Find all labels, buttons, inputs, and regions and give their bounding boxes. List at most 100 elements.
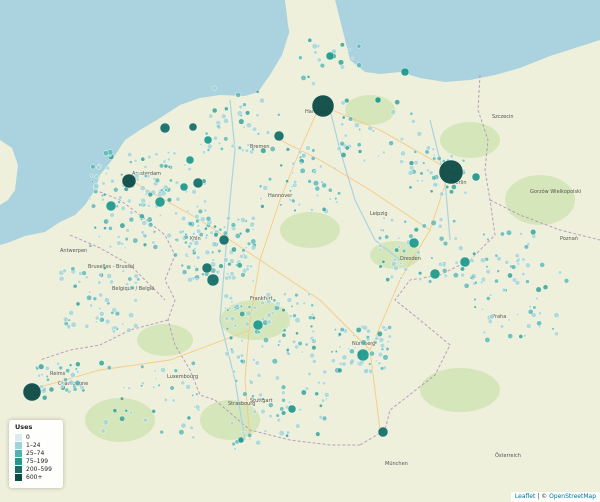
usage-marker[interactable]: [103, 150, 109, 156]
usage-marker[interactable]: [120, 173, 124, 177]
usage-marker[interactable]: [381, 259, 386, 264]
usage-marker[interactable]: [166, 150, 171, 155]
usage-marker[interactable]: [485, 269, 491, 275]
usage-marker[interactable]: [217, 248, 222, 253]
usage-marker[interactable]: [241, 248, 246, 253]
usage-marker[interactable]: [366, 328, 372, 334]
usage-marker[interactable]: [251, 227, 255, 231]
usage-marker[interactable]: [263, 337, 269, 343]
usage-marker[interactable]: [437, 223, 443, 229]
usage-marker[interactable]: [299, 167, 306, 174]
usage-marker[interactable]: [554, 331, 559, 337]
osm-link[interactable]: OpenStreetMap: [549, 493, 596, 500]
usage-marker[interactable]: [169, 385, 175, 391]
usage-marker[interactable]: [358, 128, 362, 131]
usage-marker[interactable]: [240, 217, 246, 223]
usage-marker[interactable]: [381, 150, 386, 155]
usage-marker[interactable]: [213, 224, 217, 229]
usage-marker[interactable]: [409, 111, 414, 116]
usage-marker[interactable]: [115, 204, 119, 208]
usage-marker[interactable]: [281, 398, 286, 403]
usage-marker[interactable]: [140, 381, 145, 386]
usage-marker[interactable]: [333, 166, 337, 170]
usage-marker[interactable]: [133, 158, 138, 163]
usage-marker[interactable]: [277, 113, 281, 117]
usage-marker[interactable]: [128, 312, 135, 319]
usage-marker[interactable]: [558, 270, 563, 275]
usage-marker[interactable]: [291, 161, 296, 166]
usage-marker[interactable]: [321, 381, 326, 386]
usage-marker[interactable]: [400, 150, 406, 157]
usage-marker[interactable]: [310, 156, 316, 161]
usage-marker[interactable]: [358, 360, 363, 365]
usage-marker[interactable]: [297, 341, 303, 347]
usage-marker[interactable]: [356, 142, 362, 148]
usage-marker[interactable]: [482, 232, 486, 237]
usage-marker[interactable]: [325, 51, 335, 61]
usage-marker[interactable]: [422, 161, 426, 165]
usage-marker[interactable]: [143, 174, 148, 178]
usage-marker[interactable]: [63, 377, 68, 383]
usage-marker[interactable]: [281, 308, 286, 313]
usage-marker[interactable]: [205, 233, 209, 237]
usage-marker[interactable]: [272, 298, 277, 303]
usage-marker[interactable]: [45, 375, 49, 379]
usage-marker[interactable]: [194, 213, 200, 220]
usage-marker[interactable]: [195, 277, 199, 282]
usage-marker[interactable]: [263, 429, 268, 433]
usage-marker[interactable]: [291, 171, 295, 175]
usage-marker[interactable]: [219, 146, 224, 151]
usage-marker[interactable]: [310, 303, 314, 307]
usage-marker[interactable]: [104, 297, 110, 303]
usage-marker[interactable]: [438, 159, 464, 185]
usage-marker[interactable]: [245, 228, 251, 234]
usage-marker[interactable]: [438, 217, 444, 222]
usage-marker[interactable]: [203, 135, 213, 145]
usage-marker[interactable]: [311, 359, 317, 364]
usage-marker[interactable]: [242, 102, 247, 107]
usage-marker[interactable]: [105, 200, 117, 212]
usage-marker[interactable]: [154, 377, 158, 380]
usage-marker[interactable]: [519, 232, 523, 236]
usage-marker[interactable]: [109, 212, 115, 218]
usage-marker[interactable]: [319, 62, 326, 69]
usage-marker[interactable]: [68, 310, 74, 316]
usage-marker[interactable]: [403, 267, 409, 272]
usage-marker[interactable]: [97, 280, 102, 285]
usage-marker[interactable]: [196, 228, 202, 234]
usage-marker[interactable]: [295, 331, 299, 336]
usage-marker[interactable]: [191, 435, 196, 440]
usage-marker[interactable]: [280, 384, 287, 390]
usage-marker[interactable]: [339, 64, 346, 70]
usage-marker[interactable]: [180, 263, 185, 268]
usage-marker[interactable]: [230, 421, 235, 426]
usage-marker[interactable]: [179, 182, 189, 192]
usage-marker[interactable]: [127, 276, 133, 282]
usage-marker[interactable]: [185, 254, 189, 258]
usage-marker[interactable]: [171, 398, 176, 403]
usage-marker[interactable]: [261, 397, 265, 401]
usage-marker[interactable]: [419, 171, 424, 176]
usage-marker[interactable]: [173, 211, 178, 216]
usage-marker[interactable]: [126, 198, 132, 204]
usage-marker[interactable]: [420, 179, 424, 183]
usage-marker[interactable]: [339, 327, 345, 332]
usage-marker[interactable]: [109, 279, 115, 285]
usage-marker[interactable]: [166, 197, 172, 203]
usage-marker[interactable]: [123, 246, 127, 250]
usage-marker[interactable]: [402, 248, 407, 254]
usage-marker[interactable]: [327, 187, 333, 193]
usage-marker[interactable]: [175, 196, 181, 202]
usage-marker[interactable]: [249, 221, 255, 228]
usage-marker[interactable]: [521, 257, 526, 262]
usage-marker[interactable]: [333, 328, 337, 331]
usage-marker[interactable]: [265, 130, 271, 135]
usage-marker[interactable]: [226, 215, 231, 221]
usage-marker[interactable]: [230, 143, 236, 149]
usage-marker[interactable]: [453, 236, 458, 241]
usage-marker[interactable]: [316, 57, 322, 63]
usage-marker[interactable]: [377, 361, 382, 366]
usage-marker[interactable]: [97, 235, 101, 239]
usage-marker[interactable]: [432, 153, 436, 157]
usage-marker[interactable]: [101, 197, 105, 202]
